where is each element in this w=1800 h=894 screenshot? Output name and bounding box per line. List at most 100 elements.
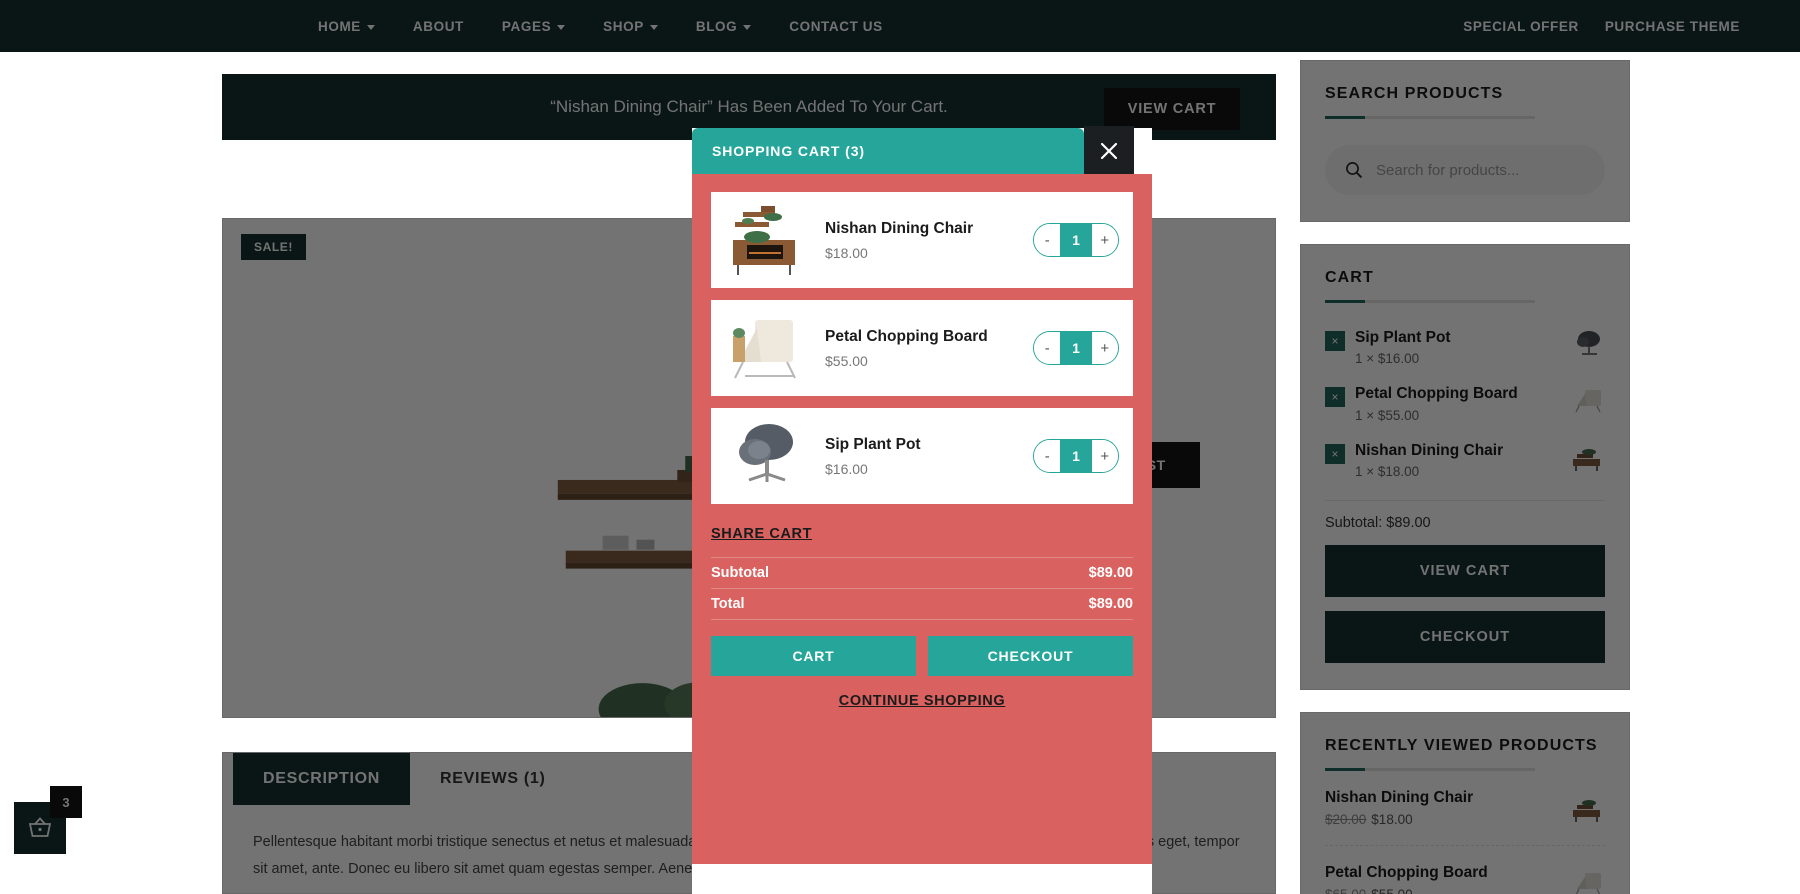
widget-recently-viewed: RECENTLY VIEWED PRODUCTS Nishan Dining C… bbox=[1300, 712, 1630, 894]
modal-item-info: Nishan Dining Chair $18.00 bbox=[815, 220, 1027, 261]
nav-label: CONTACT US bbox=[789, 18, 883, 34]
modal-item-thumbnail bbox=[733, 320, 796, 379]
subtotal-label: Subtotal bbox=[711, 565, 769, 581]
cart-item-body: Petal Chopping Board 1 × $55.00 bbox=[1355, 384, 1557, 422]
modal-subtotal-row: Subtotal $89.00 bbox=[711, 557, 1133, 589]
nav-item-about[interactable]: ABOUT bbox=[413, 19, 464, 34]
nav-right-group: SPECIAL OFFER PURCHASE THEME bbox=[1463, 19, 1740, 34]
search-icon bbox=[1346, 162, 1363, 179]
tab-reviews[interactable]: REVIEWS (1) bbox=[410, 753, 576, 805]
modal-checkout-button[interactable]: CHECKOUT bbox=[928, 636, 1133, 676]
cart-item-name[interactable]: Petal Chopping Board bbox=[1355, 384, 1557, 403]
old-price: $65.00 bbox=[1325, 887, 1366, 894]
modal-item-name[interactable]: Petal Chopping Board bbox=[825, 328, 1027, 346]
old-price: $20.00 bbox=[1325, 812, 1367, 828]
current-price: $55.00 bbox=[1371, 887, 1412, 894]
top-navigation: HOME ABOUT PAGES SHOP BLOG CONTACT US SP… bbox=[0, 0, 1800, 52]
remove-item-button[interactable]: × bbox=[1325, 387, 1345, 408]
subtotal-value: $89.00 bbox=[1088, 565, 1133, 581]
close-icon bbox=[1100, 142, 1118, 160]
recently-viewed-price: $65.00 $55.00 bbox=[1325, 887, 1567, 894]
nav-item-blog[interactable]: BLOG bbox=[695, 18, 752, 34]
right-sidebar: SEARCH PRODUCTS Search for products... C… bbox=[1300, 60, 1630, 894]
notice-view-cart-button[interactable]: VIEW CART bbox=[1104, 88, 1240, 130]
cart-item-body: Sip Plant Pot 1 × $16.00 bbox=[1355, 328, 1557, 366]
modal-item-info: Sip Plant Pot $16.00 bbox=[815, 436, 1027, 477]
cart-item-name[interactable]: Sip Plant Pot bbox=[1355, 328, 1557, 347]
modal-cart-item: Sip Plant Pot $16.00 - 1 + bbox=[711, 408, 1133, 504]
modal-item-thumbnail bbox=[733, 206, 795, 275]
modal-close-button[interactable] bbox=[1084, 126, 1134, 176]
quantity-stepper: - 1 + bbox=[1033, 439, 1119, 473]
modal-item-price: $55.00 bbox=[825, 352, 868, 369]
recently-viewed-name: Nishan Dining Chair bbox=[1325, 789, 1474, 807]
total-value: $89.00 bbox=[1088, 596, 1133, 612]
cart-item-body: Nishan Dining Chair 1 × $18.00 bbox=[1355, 441, 1557, 479]
chevron-down-icon bbox=[366, 24, 375, 30]
recently-viewed-item[interactable]: Petal Chopping Board $65.00 $55.00 bbox=[1325, 846, 1605, 894]
cart-item-thumbnail bbox=[1575, 390, 1601, 413]
remove-item-button[interactable]: × bbox=[1325, 443, 1345, 464]
nav-item-special-offer[interactable]: SPECIAL OFFER bbox=[1463, 19, 1579, 34]
cart-item-qty-price: 1 × $16.00 bbox=[1355, 351, 1420, 367]
floating-cart-count-badge: 3 bbox=[50, 786, 82, 818]
page-root: HOME ABOUT PAGES SHOP BLOG CONTACT US SP… bbox=[0, 0, 1800, 894]
quantity-increase-button[interactable]: + bbox=[1091, 440, 1118, 472]
tab-description[interactable]: DESCRIPTION bbox=[233, 753, 411, 805]
nav-item-shop[interactable]: SHOP bbox=[603, 19, 658, 34]
search-input[interactable]: Search for products... bbox=[1325, 145, 1605, 195]
nav-item-contact-us[interactable]: CONTACT US bbox=[789, 19, 883, 34]
quantity-value[interactable]: 1 bbox=[1060, 224, 1092, 256]
cart-item-thumbnail bbox=[1573, 448, 1600, 471]
modal-item-thumbnail bbox=[739, 424, 793, 482]
nav-label: PAGES bbox=[501, 18, 552, 34]
modal-title: SHOPPING CART (3) bbox=[712, 143, 865, 159]
nav-item-home[interactable]: HOME bbox=[318, 19, 375, 34]
modal-item-name[interactable]: Sip Plant Pot bbox=[825, 436, 1027, 454]
sidebar-checkout-button[interactable]: CHECKOUT bbox=[1325, 611, 1605, 664]
modal-item-name[interactable]: Nishan Dining Chair bbox=[825, 220, 1027, 238]
continue-shopping-link[interactable]: CONTINUE SHOPPING bbox=[839, 693, 1006, 709]
modal-cart-item: Nishan Dining Chair $18.00 - 1 + bbox=[711, 192, 1133, 288]
modal-action-buttons: CART CHECKOUT bbox=[711, 636, 1133, 676]
widget-title: CART bbox=[1325, 269, 1374, 286]
total-label: Total bbox=[711, 596, 745, 612]
quantity-value[interactable]: 1 bbox=[1060, 332, 1092, 364]
cart-subtotal: Subtotal: $89.00 bbox=[1325, 500, 1605, 531]
quantity-decrease-button[interactable]: - bbox=[1034, 332, 1061, 364]
nav-item-purchase-theme[interactable]: PURCHASE THEME bbox=[1605, 19, 1740, 34]
chevron-down-icon bbox=[743, 24, 752, 30]
widget-title: RECENTLY VIEWED PRODUCTS bbox=[1325, 737, 1598, 755]
modal-item-info: Petal Chopping Board $55.00 bbox=[815, 328, 1027, 369]
recently-viewed-thumbnail bbox=[1575, 873, 1601, 894]
widget-cart: CART × Sip Plant Pot 1 × $16.00 × Petal … bbox=[1300, 244, 1630, 691]
cart-item-thumbnail bbox=[1577, 331, 1600, 355]
cart-item-name[interactable]: Nishan Dining Chair bbox=[1355, 441, 1557, 460]
recently-viewed-item[interactable]: Nishan Dining Chair $20.00 $18.00 bbox=[1325, 771, 1605, 847]
quantity-value[interactable]: 1 bbox=[1060, 440, 1092, 472]
basket-icon bbox=[28, 817, 52, 837]
share-cart-link[interactable]: SHARE CART bbox=[711, 526, 812, 542]
recently-viewed-name: Petal Chopping Board bbox=[1325, 864, 1488, 882]
modal-item-price: $16.00 bbox=[825, 460, 868, 477]
title-underline bbox=[1325, 116, 1535, 119]
cart-list-item: × Nishan Dining Chair 1 × $18.00 bbox=[1325, 432, 1605, 488]
quantity-increase-button[interactable]: + bbox=[1091, 224, 1118, 256]
quantity-stepper: - 1 + bbox=[1033, 223, 1119, 257]
quantity-increase-button[interactable]: + bbox=[1091, 332, 1118, 364]
nav-item-pages[interactable]: PAGES bbox=[501, 18, 566, 34]
nav-label: BLOG bbox=[695, 18, 738, 34]
notice-message: “Nishan Dining Chair” Has Been Added To … bbox=[550, 97, 948, 116]
recently-viewed-thumbnail bbox=[1573, 800, 1600, 823]
cart-item-qty-price: 1 × $55.00 bbox=[1355, 407, 1420, 423]
shopping-cart-modal: SHOPPING CART (3) Nishan Dining Chair $1… bbox=[692, 126, 1152, 894]
modal-body: Nishan Dining Chair $18.00 - 1 + Petal C… bbox=[692, 174, 1152, 864]
cart-list-item: × Sip Plant Pot 1 × $16.00 bbox=[1325, 319, 1605, 375]
modal-cart-button[interactable]: CART bbox=[711, 636, 916, 676]
sidebar-view-cart-button[interactable]: VIEW CART bbox=[1325, 545, 1605, 598]
nav-left-group: HOME ABOUT PAGES SHOP BLOG CONTACT US bbox=[318, 19, 883, 34]
quantity-stepper: - 1 + bbox=[1033, 331, 1119, 365]
quantity-decrease-button[interactable]: - bbox=[1034, 440, 1061, 472]
quantity-decrease-button[interactable]: - bbox=[1034, 224, 1061, 256]
remove-item-button[interactable]: × bbox=[1325, 331, 1345, 351]
